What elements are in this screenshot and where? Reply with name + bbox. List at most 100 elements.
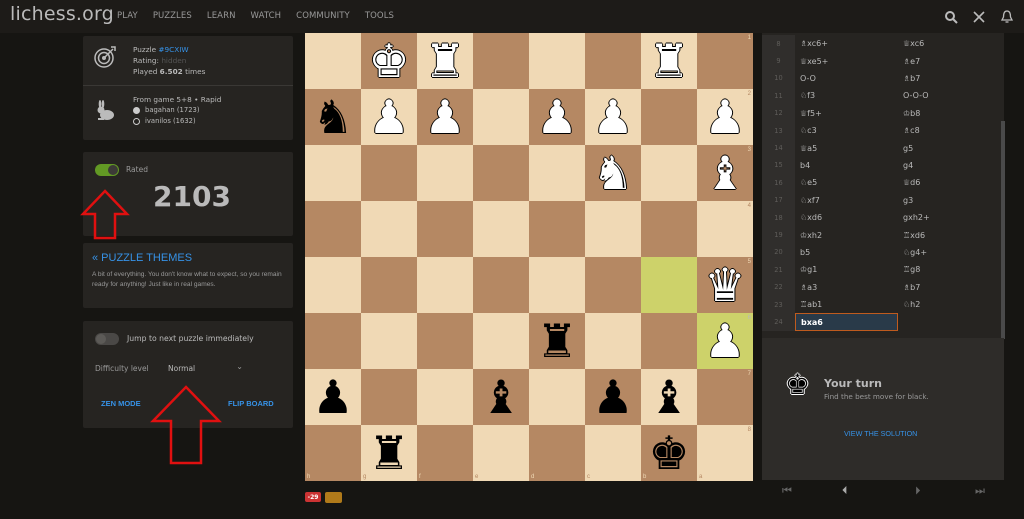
- square-e3[interactable]: [473, 145, 529, 201]
- white-move[interactable]: bxa6: [795, 313, 898, 331]
- black-bishop-piece[interactable]: ♝: [641, 369, 697, 425]
- white-move[interactable]: b4: [795, 157, 898, 174]
- square-b4[interactable]: [641, 201, 697, 257]
- white-queen-piece[interactable]: ♛: [697, 257, 753, 313]
- black-move[interactable]: g5: [898, 139, 1001, 156]
- flip-board-button[interactable]: FLIP BOARD: [228, 399, 274, 408]
- square-a1[interactable]: 1: [697, 33, 753, 89]
- black-move[interactable]: ♗e7: [898, 52, 1001, 69]
- white-move[interactable]: ♗a3: [795, 279, 898, 296]
- white-move[interactable]: O-O: [795, 70, 898, 87]
- square-b5[interactable]: [641, 257, 697, 313]
- square-e2[interactable]: [473, 89, 529, 145]
- square-c6[interactable]: [585, 313, 641, 369]
- black-bishop-piece[interactable]: ♝: [473, 369, 529, 425]
- square-c5[interactable]: [585, 257, 641, 313]
- bell-icon[interactable]: [996, 6, 1018, 28]
- first-move-icon[interactable]: ⏮: [782, 484, 792, 498]
- white-pawn-piece[interactable]: ♟: [585, 89, 641, 145]
- last-move-icon[interactable]: ⏭: [975, 484, 985, 498]
- square-e1[interactable]: [473, 33, 529, 89]
- square-f8[interactable]: f: [417, 425, 473, 481]
- black-move[interactable]: ♕xc6: [898, 35, 1001, 52]
- black-rook-piece[interactable]: ♜: [361, 425, 417, 481]
- zen-mode-button[interactable]: ZEN MODE: [101, 399, 141, 408]
- white-move[interactable]: ♘e5: [795, 174, 898, 191]
- black-move[interactable]: ♗b7: [898, 70, 1001, 87]
- white-pawn-piece[interactable]: ♟: [529, 89, 585, 145]
- square-e4[interactable]: [473, 201, 529, 257]
- white-move[interactable]: ♔g1: [795, 261, 898, 278]
- black-move[interactable]: gxh2+: [898, 209, 1001, 226]
- square-g3[interactable]: [361, 145, 417, 201]
- difficulty-select[interactable]: Normal ⌄: [163, 357, 248, 379]
- white-move[interactable]: ♕f5+: [795, 105, 898, 122]
- square-f6[interactable]: [417, 313, 473, 369]
- black-move[interactable]: O-O-O: [898, 87, 1001, 104]
- square-d4[interactable]: [529, 201, 585, 257]
- white-move[interactable]: b5: [795, 244, 898, 261]
- white-move[interactable]: ♖ab1: [795, 296, 898, 313]
- nav-puzzles[interactable]: PUZZLES: [153, 11, 192, 21]
- square-d1[interactable]: [529, 33, 585, 89]
- square-d7[interactable]: [529, 369, 585, 425]
- square-d3[interactable]: [529, 145, 585, 201]
- swords-icon[interactable]: [968, 6, 990, 28]
- square-h6[interactable]: [305, 313, 361, 369]
- white-knight-piece[interactable]: ♞: [585, 145, 641, 201]
- square-h4[interactable]: [305, 201, 361, 257]
- black-move[interactable]: [898, 313, 1001, 330]
- square-f7[interactable]: [417, 369, 473, 425]
- white-pawn-piece[interactable]: ♟: [697, 89, 753, 145]
- jump-next-toggle[interactable]: [95, 333, 119, 345]
- square-a4[interactable]: 4: [697, 201, 753, 257]
- white-move[interactable]: ♗xc6+: [795, 35, 898, 52]
- square-f3[interactable]: [417, 145, 473, 201]
- site-logo[interactable]: lichess.org: [10, 3, 114, 25]
- square-g5[interactable]: [361, 257, 417, 313]
- square-h3[interactable]: [305, 145, 361, 201]
- black-pawn-piece[interactable]: ♟: [585, 369, 641, 425]
- rated-toggle[interactable]: [95, 164, 119, 176]
- black-player[interactable]: ivanilos (1632): [133, 116, 221, 127]
- black-king-piece[interactable]: ♚: [641, 425, 697, 481]
- black-move[interactable]: g4: [898, 157, 1001, 174]
- square-e5[interactable]: [473, 257, 529, 313]
- square-g7[interactable]: [361, 369, 417, 425]
- square-b3[interactable]: [641, 145, 697, 201]
- black-move[interactable]: g3: [898, 192, 1001, 209]
- nav-tools[interactable]: TOOLS: [365, 11, 394, 21]
- white-bishop-piece[interactable]: ♝: [697, 145, 753, 201]
- black-move[interactable]: ♖xd6: [898, 226, 1001, 243]
- square-a7[interactable]: 7: [697, 369, 753, 425]
- black-move[interactable]: ♘h2: [898, 296, 1001, 313]
- white-move[interactable]: ♘f3: [795, 87, 898, 104]
- white-move[interactable]: ♘xd6: [795, 209, 898, 226]
- square-g6[interactable]: [361, 313, 417, 369]
- square-f4[interactable]: [417, 201, 473, 257]
- square-h8[interactable]: h: [305, 425, 361, 481]
- puzzle-id-link[interactable]: #9CXIW: [158, 45, 188, 54]
- black-knight-piece[interactable]: ♞: [305, 89, 361, 145]
- square-a8[interactable]: 8a: [697, 425, 753, 481]
- white-move[interactable]: ♕xe5+: [795, 52, 898, 69]
- nav-watch[interactable]: WATCH: [251, 11, 282, 21]
- black-move[interactable]: ♖g8: [898, 261, 1001, 278]
- nav-community[interactable]: COMMUNITY: [296, 11, 350, 21]
- black-move[interactable]: ♕d6: [898, 174, 1001, 191]
- next-move-icon[interactable]: ⏵: [915, 484, 921, 498]
- move-list[interactable]: 8 ♗xc6+ ♕xc6 9 ♕xe5+ ♗e7 10 O-O ♗b7 11 ♘f3 O-O-O 12 ♕…: [762, 33, 1004, 338]
- previous-move-icon[interactable]: ⏴: [842, 484, 848, 498]
- square-g4[interactable]: [361, 201, 417, 257]
- move-list-scrollbar[interactable]: [1001, 121, 1005, 339]
- square-b2[interactable]: [641, 89, 697, 145]
- square-e8[interactable]: e: [473, 425, 529, 481]
- black-move[interactable]: ♘g4+: [898, 244, 1001, 261]
- chess-board[interactable]: 1 2 3 4 5 6 7 h g f e d c b 8 a ♚ ♜ ♜ ♞ ♟ ♟ ♟ ♟ ♟ ♞ ♝ ♛ ♟ ♜ ♟ ♝ ♟ ♝ ♜ ♚: [305, 33, 753, 481]
- square-c8[interactable]: c: [585, 425, 641, 481]
- white-pawn-piece[interactable]: ♟: [697, 313, 753, 369]
- white-move[interactable]: ♔xh2: [795, 226, 898, 243]
- puzzle-themes-link[interactable]: « PUZZLE THEMES: [92, 252, 192, 264]
- square-c4[interactable]: [585, 201, 641, 257]
- black-move[interactable]: ♗c8: [898, 122, 1001, 139]
